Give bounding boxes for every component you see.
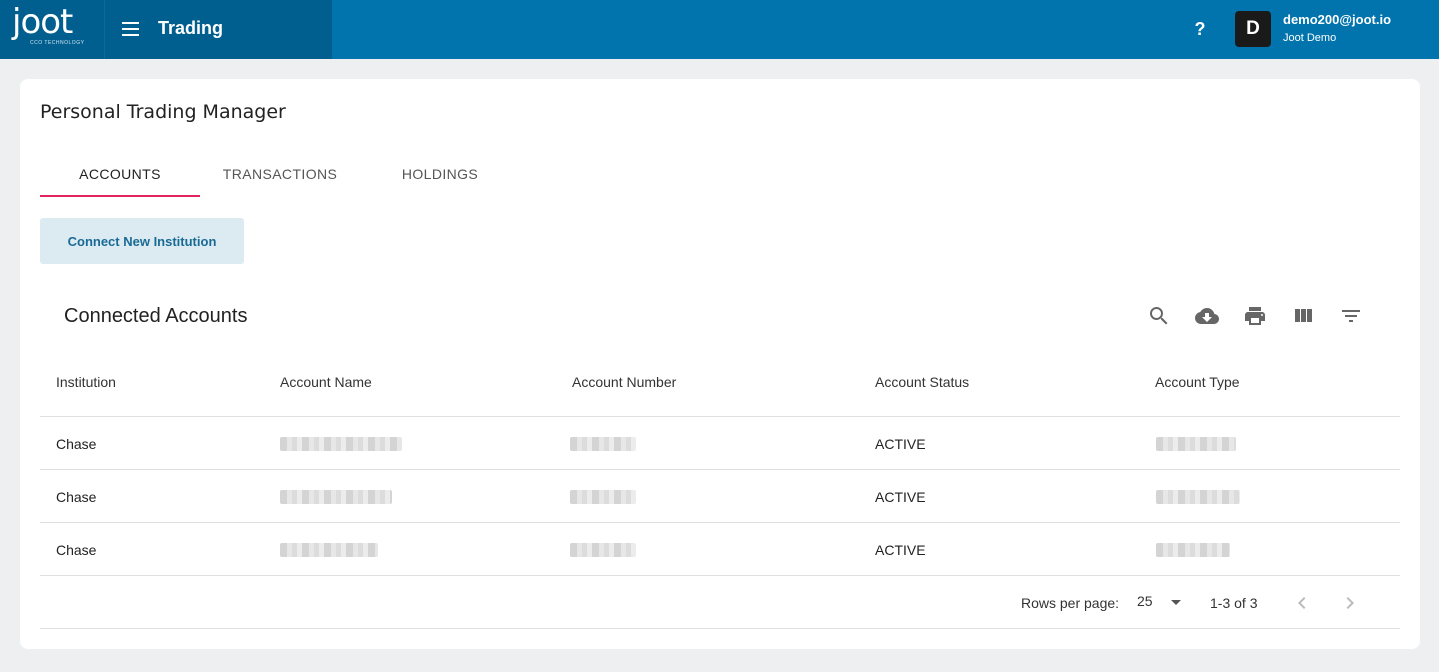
rows-per-page-select[interactable]: 25 bbox=[1137, 593, 1153, 609]
cloud-download-icon[interactable] bbox=[1195, 304, 1221, 328]
hamburger-menu-icon[interactable] bbox=[122, 22, 140, 36]
pagination-range: 1-3 of 3 bbox=[1210, 595, 1258, 611]
column-header-account-name[interactable]: Account Name bbox=[280, 374, 372, 390]
redacted-account-type bbox=[1156, 490, 1240, 504]
page-title: Personal Trading Manager bbox=[40, 101, 286, 123]
user-email[interactable]: demo200@joot.io bbox=[1283, 12, 1391, 27]
dropdown-caret-icon[interactable] bbox=[1171, 600, 1181, 605]
cell-institution: Chase bbox=[56, 489, 97, 505]
column-header-institution[interactable]: Institution bbox=[56, 374, 116, 390]
redacted-account-type bbox=[1156, 543, 1230, 557]
pagination-bar: Rows per page: 25 1-3 of 3 bbox=[40, 576, 1400, 629]
connect-new-institution-button[interactable]: Connect New Institution bbox=[40, 218, 244, 264]
top-bar: joot CCO TECHNOLOGY Trading ? D demo200@… bbox=[0, 0, 1439, 59]
tab-transactions[interactable]: TRANSACTIONS bbox=[200, 155, 360, 198]
avatar[interactable]: D bbox=[1235, 11, 1271, 47]
joot-logo[interactable]: joot CCO TECHNOLOGY bbox=[12, 2, 92, 50]
table-header: Institution Account Name Account Number … bbox=[40, 354, 1400, 417]
brand-panel: joot CCO TECHNOLOGY Trading bbox=[0, 0, 332, 59]
filter-list-icon[interactable] bbox=[1339, 304, 1365, 328]
column-header-account-number[interactable]: Account Number bbox=[572, 374, 676, 390]
tab-bar: ACCOUNTS TRANSACTIONS HOLDINGS bbox=[40, 155, 520, 198]
logo-text: joot bbox=[12, 2, 73, 42]
table-row[interactable]: Chase ACTIVE bbox=[40, 523, 1400, 576]
cell-status: ACTIVE bbox=[875, 436, 926, 452]
view-column-icon[interactable] bbox=[1291, 304, 1317, 328]
redacted-account-number bbox=[570, 437, 636, 451]
tab-holdings[interactable]: HOLDINGS bbox=[360, 155, 520, 198]
section-title: Connected Accounts bbox=[64, 305, 248, 327]
redacted-account-number bbox=[570, 490, 636, 504]
redacted-account-name bbox=[280, 437, 402, 451]
redacted-account-name bbox=[280, 543, 378, 557]
cell-institution: Chase bbox=[56, 436, 97, 452]
previous-page-icon[interactable] bbox=[1290, 591, 1314, 615]
tab-accounts[interactable]: ACCOUNTS bbox=[40, 155, 200, 198]
brand-divider bbox=[104, 0, 105, 59]
active-tab-indicator bbox=[40, 195, 200, 197]
cell-institution: Chase bbox=[56, 542, 97, 558]
table-row[interactable]: Chase ACTIVE bbox=[40, 470, 1400, 523]
user-organization: Joot Demo bbox=[1283, 32, 1337, 44]
redacted-account-number bbox=[570, 543, 636, 557]
rows-per-page-label: Rows per page: bbox=[1021, 595, 1120, 611]
redacted-account-name bbox=[280, 490, 392, 504]
logo-subtitle: CCO TECHNOLOGY bbox=[30, 40, 85, 46]
table-row[interactable]: Chase ACTIVE bbox=[40, 417, 1400, 470]
cell-status: ACTIVE bbox=[875, 542, 926, 558]
next-page-icon[interactable] bbox=[1338, 591, 1362, 615]
app-title: Trading bbox=[158, 18, 224, 38]
print-icon[interactable] bbox=[1243, 304, 1269, 328]
redacted-account-type bbox=[1156, 437, 1236, 451]
accounts-table: Institution Account Name Account Number … bbox=[40, 354, 1400, 629]
help-icon[interactable]: ? bbox=[1189, 16, 1211, 42]
cell-status: ACTIVE bbox=[875, 489, 926, 505]
search-icon[interactable] bbox=[1147, 304, 1173, 328]
main-card: Personal Trading Manager ACCOUNTS TRANSA… bbox=[20, 79, 1420, 649]
column-header-account-type[interactable]: Account Type bbox=[1155, 374, 1240, 390]
column-header-account-status[interactable]: Account Status bbox=[875, 374, 969, 390]
